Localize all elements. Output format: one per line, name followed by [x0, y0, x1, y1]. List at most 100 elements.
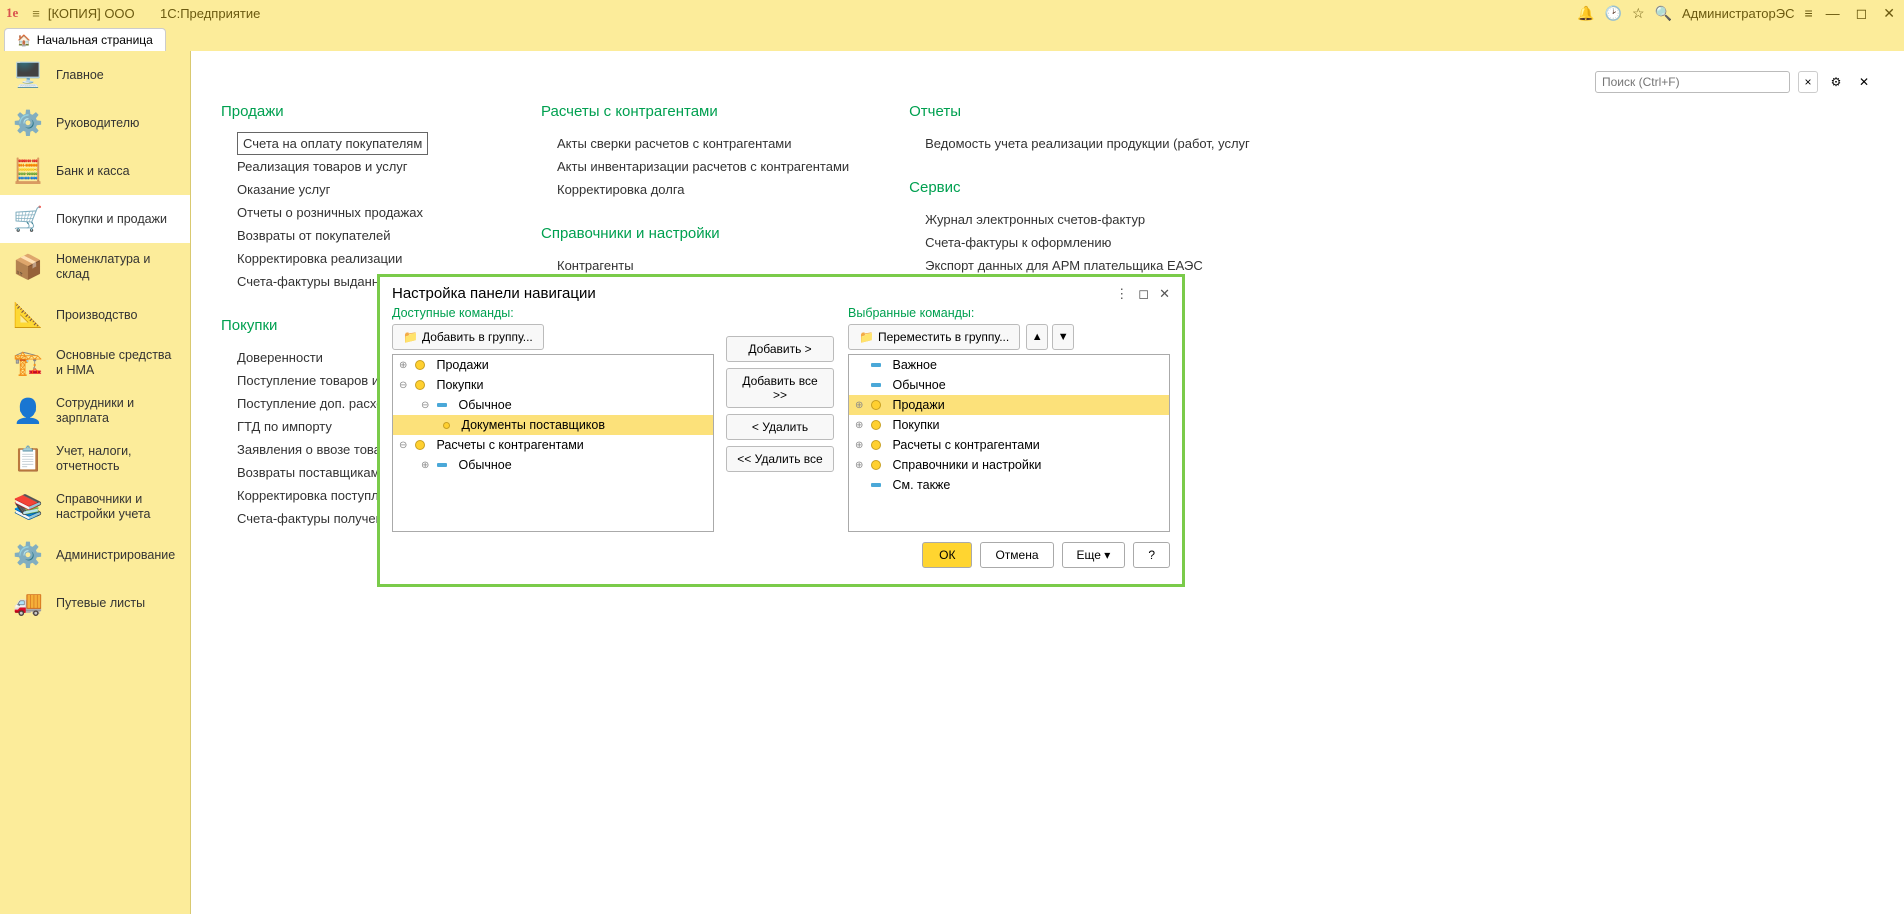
- sect-link[interactable]: Возвраты от покупателей: [237, 224, 481, 247]
- tab-home[interactable]: 🏠 Начальная страница: [4, 28, 166, 51]
- group-icon: [871, 483, 881, 487]
- sales-icon: 🛒: [10, 203, 46, 235]
- sidebar-item-hr[interactable]: 👤Сотрудники и зарплата: [0, 387, 190, 435]
- sect-link[interactable]: Корректировка долга: [557, 178, 849, 201]
- section-sales-head: Продажи: [221, 103, 481, 120]
- add-all-button[interactable]: Добавить все >>: [726, 368, 834, 408]
- folder-icon: [415, 360, 425, 370]
- sect-link[interactable]: Счета-фактуры к оформлению: [925, 231, 1250, 254]
- tree-item-selected[interactable]: Документы поставщиков: [393, 415, 713, 435]
- section-refs-head: Справочники и настройки: [541, 225, 849, 242]
- sect-link[interactable]: Акты сверки расчетов с контрагентами: [557, 132, 849, 155]
- bell-icon[interactable]: 🔔: [1577, 5, 1594, 22]
- sect-link[interactable]: Счета на оплату покупателям: [237, 132, 428, 155]
- collapse-icon[interactable]: ⊖: [399, 380, 411, 391]
- more-button[interactable]: Еще ▾: [1062, 542, 1126, 568]
- add-to-group-button[interactable]: 📁 Добавить в группу...: [392, 324, 544, 350]
- tree-item[interactable]: ⊖ Покупки: [393, 375, 713, 395]
- user-label[interactable]: АдминистраторЭС: [1682, 6, 1795, 21]
- move-up-button[interactable]: ▲: [1026, 324, 1048, 350]
- add-button[interactable]: Добавить >: [726, 336, 834, 362]
- sidebar-item-assets[interactable]: 🏗️Основные средства и НМА: [0, 339, 190, 387]
- help-button[interactable]: ?: [1133, 542, 1170, 568]
- expand-icon[interactable]: ⊕: [855, 460, 867, 471]
- cancel-button[interactable]: Отмена: [980, 542, 1053, 568]
- available-label: Доступные команды:: [392, 306, 714, 320]
- sidebar-item-tax[interactable]: 📋Учет, налоги, отчетность: [0, 435, 190, 483]
- sidebar-item-sales[interactable]: 🛒Покупки и продажи: [0, 195, 190, 243]
- expand-icon[interactable]: ⊕: [399, 360, 411, 371]
- tree-item[interactable]: ⊕ Продажи: [393, 355, 713, 375]
- folder-icon: [871, 420, 881, 430]
- dialog-title: Настройка панели навигации: [392, 285, 1105, 302]
- del-all-button[interactable]: << Удалить все: [726, 446, 834, 472]
- sidebar-item-admin[interactable]: ⚙️Администрирование: [0, 531, 190, 579]
- search-input[interactable]: [1595, 71, 1790, 93]
- minimize-button[interactable]: —: [1823, 5, 1843, 21]
- burger-icon[interactable]: ≡: [32, 6, 40, 21]
- tree-item[interactable]: Обычное: [849, 375, 1169, 395]
- sidebar-item-bank[interactable]: 🧮Банк и касса: [0, 147, 190, 195]
- tree-item[interactable]: ⊖ Расчеты с контрагентами: [393, 435, 713, 455]
- section-reports-head: Отчеты: [909, 103, 1250, 120]
- panel-close-button[interactable]: ✕: [1854, 71, 1874, 93]
- sect-link[interactable]: Корректировка реализации: [237, 247, 481, 270]
- tree-item[interactable]: ⊕ Справочники и настройки: [849, 455, 1169, 475]
- sect-link[interactable]: Ведомость учета реализации продукции (ра…: [925, 132, 1250, 155]
- hr-icon: 👤: [10, 395, 46, 427]
- folder-icon: [871, 400, 881, 410]
- sect-link[interactable]: Оказание услуг: [237, 178, 481, 201]
- tree-item[interactable]: ⊕ Обычное: [393, 455, 713, 475]
- move-to-group-button[interactable]: 📁 Переместить в группу...: [848, 324, 1020, 350]
- refs-icon: 📚: [10, 491, 46, 523]
- move-down-button[interactable]: ▼: [1052, 324, 1074, 350]
- sect-link[interactable]: Отчеты о розничных продажах: [237, 201, 481, 224]
- search-icon[interactable]: 🔍: [1655, 5, 1672, 22]
- ok-button[interactable]: ОК: [922, 542, 972, 568]
- dialog-maximize-button[interactable]: ◻: [1138, 286, 1149, 302]
- tree-item[interactable]: Важное: [849, 355, 1169, 375]
- history-icon[interactable]: 🕑: [1605, 5, 1622, 22]
- admin-icon: ⚙️: [10, 539, 46, 571]
- close-button[interactable]: ✕: [1880, 5, 1898, 22]
- tree-item-selected[interactable]: ⊕ Продажи: [849, 395, 1169, 415]
- expand-icon[interactable]: ⊕: [855, 420, 867, 431]
- titlebar: 1e ≡ [КОПИЯ] ООО 1С:Предприятие 🔔 🕑 ☆ 🔍 …: [0, 0, 1904, 26]
- tree-item[interactable]: ⊖ Обычное: [393, 395, 713, 415]
- star-icon[interactable]: ☆: [1632, 5, 1645, 22]
- sect-link[interactable]: Реализация товаров и услуг: [237, 155, 481, 178]
- gear-button[interactable]: ⚙: [1826, 71, 1846, 93]
- sidebar-item-manager[interactable]: ⚙️Руководителю: [0, 99, 190, 147]
- prod-icon: 📐: [10, 299, 46, 331]
- settings-icon[interactable]: ≡: [1804, 5, 1812, 21]
- sidebar-item-routes[interactable]: 🚚Путевые листы: [0, 579, 190, 627]
- expand-icon[interactable]: ⊕: [855, 440, 867, 451]
- tree-item[interactable]: ⊕ Покупки: [849, 415, 1169, 435]
- del-button[interactable]: < Удалить: [726, 414, 834, 440]
- sidebar-item-stock[interactable]: 📦Номенклатура и склад: [0, 243, 190, 291]
- dialog-menu-button[interactable]: ⋮: [1115, 286, 1128, 302]
- tree-item[interactable]: ⊕ Расчеты с контрагентами: [849, 435, 1169, 455]
- sidebar-item-prod[interactable]: 📐Производство: [0, 291, 190, 339]
- tree-item[interactable]: См. также: [849, 475, 1169, 495]
- dialog-close-button[interactable]: ✕: [1159, 286, 1170, 302]
- sect-link[interactable]: Акты инвентаризации расчетов с контраген…: [557, 155, 849, 178]
- expand-icon[interactable]: ⊕: [855, 400, 867, 411]
- maximize-button[interactable]: ◻: [1853, 5, 1871, 22]
- tab-label: Начальная страница: [37, 33, 153, 47]
- sidebar-item-main[interactable]: 🖥️Главное: [0, 51, 190, 99]
- search-clear-button[interactable]: ×: [1798, 71, 1818, 93]
- sect-link[interactable]: Журнал электронных счетов-фактур: [925, 208, 1250, 231]
- expand-icon[interactable]: ⊕: [421, 460, 433, 471]
- collapse-icon[interactable]: ⊖: [421, 400, 433, 411]
- group-icon: [437, 403, 447, 407]
- selected-tree[interactable]: Важное Обычное ⊕ Продажи ⊕ Покупки ⊕ Рас…: [848, 354, 1170, 532]
- section-service-head: Сервис: [909, 179, 1250, 196]
- group-icon: [871, 363, 881, 367]
- tabbar: 🏠 Начальная страница: [0, 26, 1904, 51]
- collapse-icon[interactable]: ⊖: [399, 440, 411, 451]
- folder-icon: [415, 380, 425, 390]
- sidebar-item-refs[interactable]: 📚Справочники и настройки учета: [0, 483, 190, 531]
- folder-icon: [871, 440, 881, 450]
- available-tree[interactable]: ⊕ Продажи ⊖ Покупки ⊖ Обычное Документы …: [392, 354, 714, 532]
